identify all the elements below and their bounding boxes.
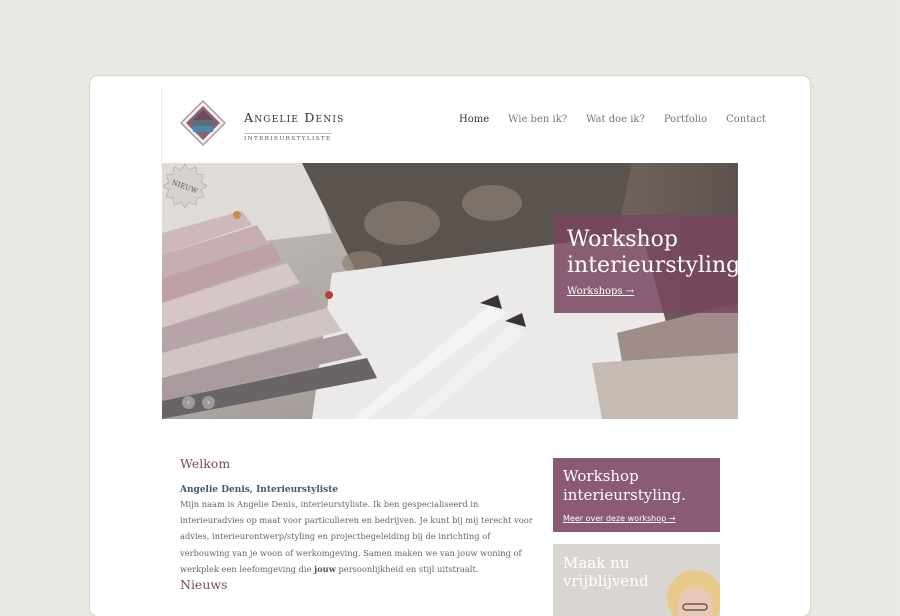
welcome-text-part2: persoonlijkheid en stijl uitstraalt. [335,563,479,574]
divider [161,88,162,168]
workshop-more-link[interactable]: Meer over deze workshop → [563,514,675,523]
nav-wat-doe-ik[interactable]: Wat doe ik? [586,114,645,125]
hero-promo[interactable]: Workshop interieurstyling. Workshops → [554,215,738,313]
brand-name: Angelie Denis [244,110,345,125]
slider-controls: ‹ › [182,396,215,409]
welcome-text-bold: jouw [314,563,336,574]
sidebar-workshop-promo[interactable]: Workshop interieurstyling. Meer over dez… [553,458,720,532]
sidebar-contact-title-1: Maak nu [563,554,630,572]
welcome-text-part1: Mijn naam is Angelie Denis, interieursty… [180,499,533,574]
nav-home[interactable]: Home [459,114,489,125]
nav-portfolio[interactable]: Portfolio [664,114,707,125]
sidebar-promo-title-1: Workshop [563,467,639,485]
hero-promo-title-2: interieurstyling. [567,253,738,278]
welcome-section: Welkom Angelie Denis, Interieurstyliste … [180,456,540,577]
main-nav: Home Wie ben ik? Wat doe ik? Portfolio C… [459,114,785,125]
sidebar-contact-title-2: vrijblijvend [563,572,649,590]
slider-next-button[interactable]: › [202,396,215,409]
logo-icon[interactable] [180,100,226,146]
welcome-subtitle: Angelie Denis, Interieurstyliste [180,485,339,495]
portrait-image [667,570,720,616]
hero-slider: Workshop interieurstyling. Workshops → N… [162,163,738,419]
new-badge: NIEUW [162,163,208,209]
nav-contact[interactable]: Contact [726,114,766,125]
welcome-text: Mijn naam is Angelie Denis, interieursty… [180,496,540,577]
nav-wie-ben-ik[interactable]: Wie ben ik? [508,114,567,125]
welcome-heading: Welkom [180,456,231,471]
sidebar-contact-promo[interactable]: Maak nu vrijblijvend [553,544,720,616]
hero-promo-title-1: Workshop [567,227,678,252]
page-card: Angelie Denis Interieurstyliste Home Wie… [90,76,810,616]
brand-subtitle: Interieurstyliste [244,133,332,143]
news-heading: Nieuws [180,577,228,592]
sidebar-promo-title-2: interieurstyling. [563,486,686,504]
brand[interactable]: Angelie Denis Interieurstyliste [244,111,345,144]
workshops-link[interactable]: Workshops → [567,286,634,297]
slider-prev-button[interactable]: ‹ [182,396,195,409]
